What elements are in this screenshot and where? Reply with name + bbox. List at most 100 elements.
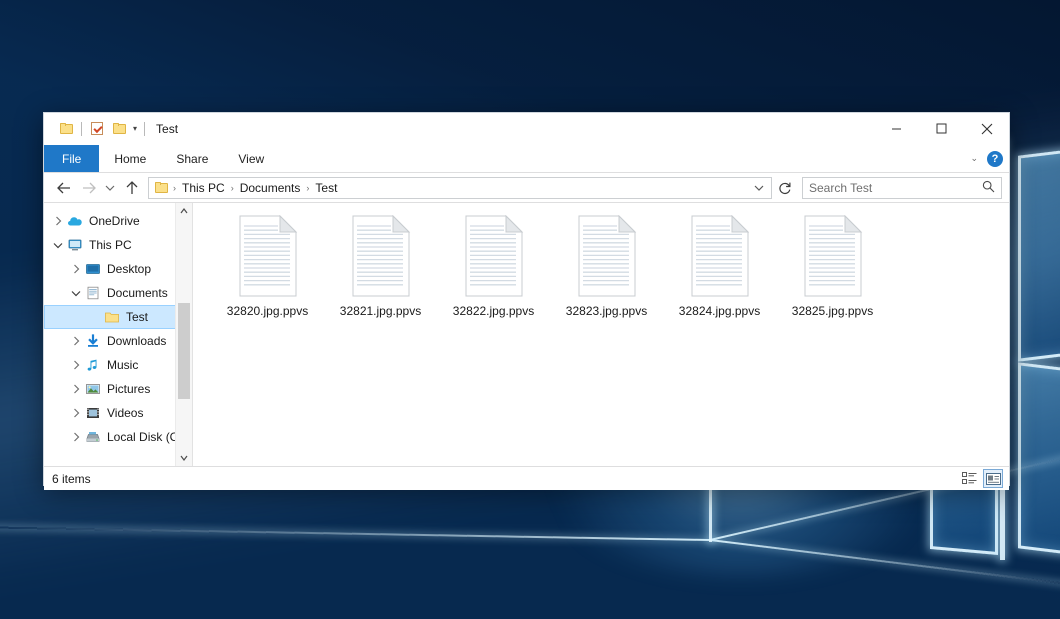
generic-document-icon [461, 215, 527, 297]
sidebar-item-label: Desktop [107, 262, 151, 276]
generic-document-icon [574, 215, 640, 297]
generic-document-icon [235, 215, 301, 297]
refresh-button[interactable] [772, 177, 797, 199]
tab-view[interactable]: View [223, 145, 279, 172]
chevron-right-icon[interactable] [68, 384, 84, 394]
file-item[interactable]: 32821.jpg.ppvs [324, 215, 437, 333]
tab-file[interactable]: File [44, 145, 99, 172]
sidebar-item-label: Local Disk (C:) [107, 430, 186, 444]
sidebar-item-onedrive[interactable]: OneDrive [44, 209, 192, 233]
file-item[interactable]: 32823.jpg.ppvs [550, 215, 663, 333]
sidebar-item-music[interactable]: Music [44, 353, 192, 377]
wallpaper-pane-1 [1018, 144, 1060, 362]
chevron-right-icon[interactable] [68, 408, 84, 418]
file-name-label: 32823.jpg.ppvs [566, 304, 647, 318]
file-item[interactable]: 32822.jpg.ppvs [437, 215, 550, 333]
view-toggle-group [959, 467, 1003, 490]
up-button[interactable] [119, 177, 144, 199]
file-item[interactable]: 32825.jpg.ppvs [776, 215, 889, 333]
sidebar-item-label: Pictures [107, 382, 150, 396]
downloads-icon [84, 333, 102, 349]
music-icon [84, 357, 102, 373]
scrollbar-thumb[interactable] [178, 303, 190, 399]
breadcrumb-item-this-pc[interactable]: This PC [177, 181, 230, 195]
chevron-down-icon[interactable]: ⌄ [970, 153, 978, 164]
minimize-button[interactable] [874, 113, 919, 144]
tab-home[interactable]: Home [99, 145, 161, 172]
quick-access-toolbar: ▾ Test [44, 118, 178, 140]
sidebar-item-label: This PC [89, 238, 132, 252]
sidebar-item-label: Videos [107, 406, 143, 420]
sidebar-item-test[interactable]: Test [44, 305, 192, 329]
chevron-right-icon[interactable] [68, 264, 84, 274]
file-list-view[interactable]: 32820.jpg.ppvs 32821.jpg.ppvs 32822.jpg.pp… [192, 203, 1009, 466]
sidebar-item-downloads[interactable]: Downloads [44, 329, 192, 353]
file-name-label: 32822.jpg.ppvs [453, 304, 534, 318]
sidebar-item-videos[interactable]: Videos [44, 401, 192, 425]
chevron-down-icon[interactable] [749, 178, 768, 198]
item-count-label: 6 items [52, 472, 91, 486]
onedrive-icon [66, 213, 84, 229]
search-input[interactable]: Search Test [802, 177, 1002, 199]
ribbon-tab-strip: File Home Share View ⌄ ? [44, 145, 1009, 173]
folder-icon [103, 309, 121, 325]
scroll-up-arrow-icon[interactable] [176, 203, 192, 219]
tab-share[interactable]: Share [161, 145, 223, 172]
generic-document-icon [348, 215, 414, 297]
close-button[interactable] [964, 113, 1009, 144]
chevron-right-icon[interactable] [68, 336, 84, 346]
details-view-button[interactable] [959, 469, 979, 488]
navigation-scrollbar[interactable] [175, 203, 192, 466]
sidebar-item-label: Documents [107, 286, 168, 300]
new-folder-icon[interactable] [108, 118, 130, 140]
chevron-right-icon[interactable] [68, 432, 84, 442]
generic-document-icon [687, 215, 753, 297]
window-controls [874, 113, 1009, 144]
recent-locations-button[interactable] [101, 177, 119, 199]
file-name-label: 32820.jpg.ppvs [227, 304, 308, 318]
qat-divider-2 [144, 122, 145, 136]
status-bar: 6 items [44, 466, 1009, 490]
sidebar-item-label: OneDrive [89, 214, 140, 228]
search-placeholder: Search Test [809, 181, 982, 195]
navigation-pane: OneDrive This PC Desktop Documents Test Downl… [44, 203, 192, 466]
generic-document-icon [800, 215, 866, 297]
pictures-icon [84, 381, 102, 397]
maximize-button[interactable] [919, 113, 964, 144]
large-icons-view-button[interactable] [983, 469, 1003, 488]
explorer-body: OneDrive This PC Desktop Documents Test Downl… [44, 202, 1009, 466]
sidebar-item-label: Test [126, 310, 148, 324]
file-item[interactable]: 32820.jpg.ppvs [211, 215, 324, 333]
thispc-icon [66, 237, 84, 253]
chevron-right-icon[interactable] [68, 360, 84, 370]
sidebar-item-this-pc[interactable]: This PC [44, 233, 192, 257]
search-icon[interactable] [982, 180, 995, 196]
folder-icon[interactable] [55, 118, 77, 140]
chevron-down-icon[interactable] [50, 242, 66, 249]
desktop-icon [84, 261, 102, 277]
sidebar-item-documents[interactable]: Documents [44, 281, 192, 305]
qat-divider-1 [81, 122, 82, 136]
title-bar: ▾ Test [44, 113, 1009, 145]
help-icon[interactable]: ? [987, 151, 1003, 167]
properties-icon[interactable] [86, 118, 108, 140]
chevron-right-icon[interactable] [50, 216, 66, 226]
breadcrumb-item-test[interactable]: Test [310, 181, 342, 195]
back-button[interactable] [51, 177, 76, 199]
ribbon-right-controls: ⌄ ? [970, 145, 1003, 172]
folder-icon[interactable] [152, 182, 172, 193]
address-bar: › This PC › Documents › Test Search Test [44, 173, 1009, 202]
disk-icon [84, 429, 102, 445]
sidebar-item-desktop[interactable]: Desktop [44, 257, 192, 281]
breadcrumb-item-documents[interactable]: Documents [235, 181, 306, 195]
documents-icon [84, 285, 102, 301]
file-item[interactable]: 32824.jpg.ppvs [663, 215, 776, 333]
scroll-down-arrow-icon[interactable] [176, 450, 192, 466]
wallpaper-ray-vertical [709, 484, 712, 542]
sidebar-item-local-disk-c[interactable]: Local Disk (C:) [44, 425, 192, 449]
chevron-down-icon[interactable] [68, 290, 84, 297]
sidebar-item-pictures[interactable]: Pictures [44, 377, 192, 401]
chevron-down-icon[interactable]: ▾ [130, 125, 140, 133]
forward-button[interactable] [76, 177, 101, 199]
breadcrumb[interactable]: › This PC › Documents › Test [148, 177, 772, 199]
